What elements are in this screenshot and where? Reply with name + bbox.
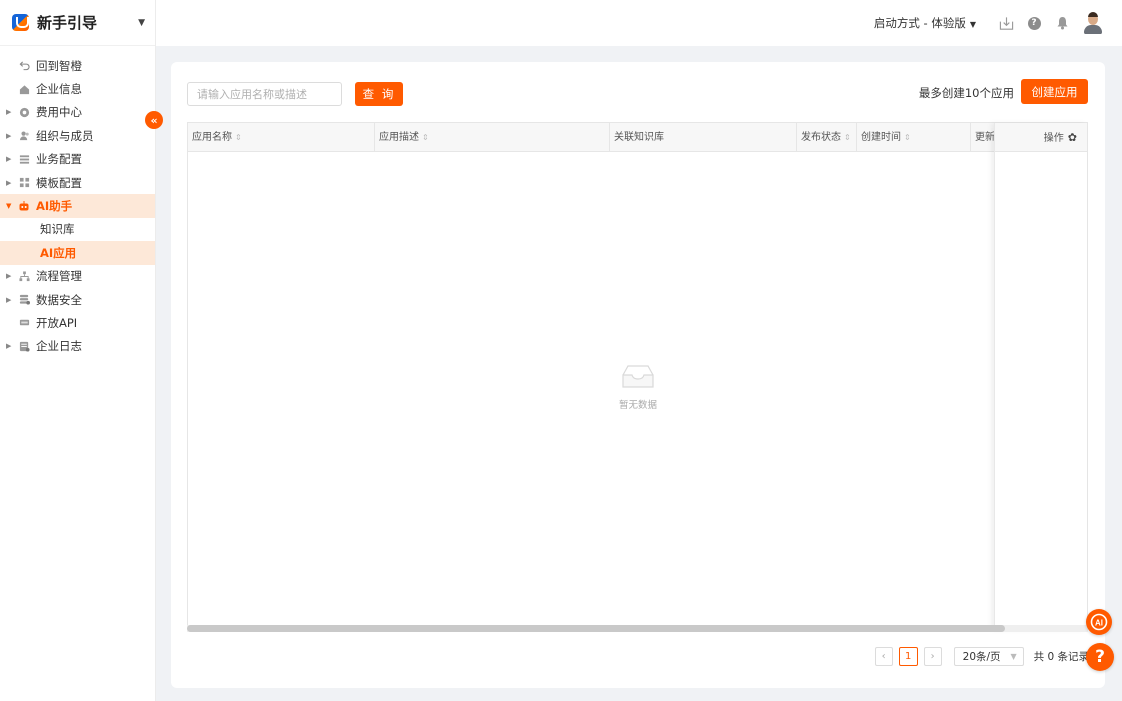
column-header-app-description[interactable]: 应用描述 ⇕ xyxy=(374,123,609,152)
sidebar-item-ai-assistant[interactable]: ▼ AI助手 xyxy=(0,194,155,218)
svg-text:AI: AI xyxy=(1095,619,1103,628)
expand-arrow-icon: ▶ xyxy=(6,178,12,187)
sidebar-item-label: 企业信息 xyxy=(36,82,82,97)
scrollbar-thumb[interactable] xyxy=(187,625,1005,632)
next-page-icon[interactable]: › xyxy=(923,647,942,666)
sidebar-item-data-security[interactable]: ▶ 数据安全 xyxy=(0,288,155,311)
sidebar-item-label: 数据安全 xyxy=(36,292,82,307)
config-icon xyxy=(18,153,30,165)
horizontal-scrollbar[interactable] xyxy=(187,625,1088,632)
sidebar-item-org-members[interactable]: ▶ 组织与成员 xyxy=(0,124,155,147)
column-header-created-time[interactable]: 创建时间 ⇕ xyxy=(856,123,970,152)
expand-arrow-icon: ▶ xyxy=(6,131,12,140)
robot-icon xyxy=(18,200,30,212)
sidebar-item-label: 业务配置 xyxy=(36,152,82,167)
sidebar-item-label: 企业日志 xyxy=(36,339,82,354)
sidebar-item-label: 费用中心 xyxy=(36,105,82,120)
column-header-knowledge-base: 关联知识库 xyxy=(609,123,796,152)
users-icon xyxy=(18,130,30,142)
sidebar-item-billing[interactable]: ▶ 费用中心 xyxy=(0,101,155,124)
ai-assistant-float-icon[interactable]: AI xyxy=(1086,609,1112,635)
page-size-select[interactable]: 20条/页 ▼ xyxy=(953,647,1024,666)
download-icon[interactable] xyxy=(998,15,1014,31)
sort-icon[interactable]: ⇕ xyxy=(844,133,851,142)
sort-icon[interactable]: ⇕ xyxy=(235,133,242,142)
page-size-label: 20条/页 xyxy=(962,651,1001,663)
sidebar-item-business-config[interactable]: ▶ 业务配置 xyxy=(0,148,155,171)
sidebar: 新手引导 ▼ 回到智橙 企业信息 ▶ 费用中心 ▶ 组织与成员 ▶ 业务配置 ▶… xyxy=(0,0,156,701)
pagination: ‹ 1 › 20条/页 ▼ 共 0 条记录 xyxy=(869,647,1089,666)
sidebar-item-flow-management[interactable]: ▶ 流程管理 xyxy=(0,265,155,288)
sidebar-item-label: 回到智橙 xyxy=(36,58,82,73)
empty-inbox-icon xyxy=(622,365,654,388)
table-header: 应用名称 ⇕ 应用描述 ⇕ 关联知识库 发布状态 ⇕ 创建时间 ⇕ 更新 xyxy=(188,123,1087,152)
collapse-sidebar-icon[interactable]: « xyxy=(145,111,163,129)
help-icon[interactable]: ? xyxy=(1026,15,1042,31)
log-icon xyxy=(18,340,30,352)
app-title: 新手引导 xyxy=(37,14,98,32)
database-icon xyxy=(18,294,30,306)
sidebar-item-ai-apps[interactable]: AI应用 xyxy=(0,241,155,265)
expand-arrow-icon: ▶ xyxy=(6,295,12,304)
sidebar-item-enterprise-log[interactable]: ▶ 企业日志 xyxy=(0,335,155,358)
sidebar-item-label: AI应用 xyxy=(40,245,77,260)
expand-arrow-icon: ▼ xyxy=(6,202,12,211)
sort-icon[interactable]: ⇕ xyxy=(422,133,429,142)
app-limit-text: 最多创建10个应用 xyxy=(918,86,1014,100)
launch-mode-dropdown[interactable]: 启动方式 - 体验版 ▼ xyxy=(874,15,976,31)
page-number-current[interactable]: 1 xyxy=(898,647,918,666)
sidebar-item-template-config[interactable]: ▶ 模板配置 xyxy=(0,171,155,194)
column-header-app-name[interactable]: 应用名称 ⇕ xyxy=(188,123,374,152)
sidebar-item-label: 开放API xyxy=(36,315,78,330)
expand-arrow-icon: ▶ xyxy=(6,272,12,281)
sidebar-item-company-info[interactable]: 企业信息 xyxy=(0,77,155,100)
total-records: 共 0 条记录 xyxy=(1033,651,1089,663)
create-app-button[interactable]: 创建应用 xyxy=(1021,79,1088,104)
app-logo-icon xyxy=(12,14,29,31)
query-button[interactable]: 查 询 xyxy=(355,82,403,106)
column-header-actions: 操作 ✿ xyxy=(995,123,1087,152)
sidebar-item-label: 模板配置 xyxy=(36,175,82,190)
sort-icon[interactable]: ⇕ xyxy=(904,133,911,142)
expand-arrow-icon: ▶ xyxy=(6,108,12,117)
header: 启动方式 - 体验版 ▼ ? xyxy=(156,0,1122,46)
action-column: 操作 ✿ xyxy=(994,123,1087,630)
sidebar-item-return[interactable]: 回到智橙 xyxy=(0,54,155,77)
search-input[interactable] xyxy=(187,82,342,106)
launch-mode-label: 启动方式 - 体验版 xyxy=(873,16,966,30)
apps-table: 应用名称 ⇕ 应用描述 ⇕ 关联知识库 发布状态 ⇕ 创建时间 ⇕ 更新 操作 ✿ 暂无数… xyxy=(187,122,1088,631)
template-icon xyxy=(18,177,30,189)
sidebar-item-label: 知识库 xyxy=(40,222,75,237)
caret-down-icon: ▼ xyxy=(1010,652,1017,661)
sidebar-item-label: 组织与成员 xyxy=(36,128,94,143)
sidebar-item-knowledge-base[interactable]: 知识库 xyxy=(0,218,155,241)
empty-text: 暂无数据 xyxy=(618,400,657,411)
sidebar-item-open-api[interactable]: 开放API xyxy=(0,311,155,334)
prev-page-icon[interactable]: ‹ xyxy=(874,647,893,666)
home-icon xyxy=(18,83,30,95)
help-float-icon[interactable]: ? xyxy=(1086,643,1114,671)
billing-icon xyxy=(18,106,30,118)
gear-icon[interactable]: ✿ xyxy=(1068,131,1077,144)
expand-arrow-icon: ▶ xyxy=(6,342,12,351)
caret-down-icon[interactable]: ▼ xyxy=(138,18,145,28)
empty-state: 暂无数据 xyxy=(583,363,693,411)
sidebar-item-label: 流程管理 xyxy=(36,269,82,284)
avatar[interactable] xyxy=(1082,12,1104,34)
return-icon xyxy=(18,60,30,72)
api-icon xyxy=(18,317,30,329)
flow-icon xyxy=(18,270,30,282)
brand-switcher[interactable]: 新手引导 ▼ xyxy=(0,0,155,46)
main-card: 查 询 最多创建10个应用 创建应用 应用名称⇕ 应用描述⇕ 关联知识库 发布状… xyxy=(171,62,1105,688)
sidebar-item-label: AI助手 xyxy=(36,199,73,214)
caret-down-icon: ▼ xyxy=(969,20,976,29)
bell-icon[interactable] xyxy=(1054,15,1070,31)
column-header-publish-status[interactable]: 发布状态 ⇕ xyxy=(796,123,856,152)
sidebar-menu: 回到智橙 企业信息 ▶ 费用中心 ▶ 组织与成员 ▶ 业务配置 ▶ 模板配置 ▼… xyxy=(0,46,155,358)
expand-arrow-icon: ▶ xyxy=(6,155,12,164)
